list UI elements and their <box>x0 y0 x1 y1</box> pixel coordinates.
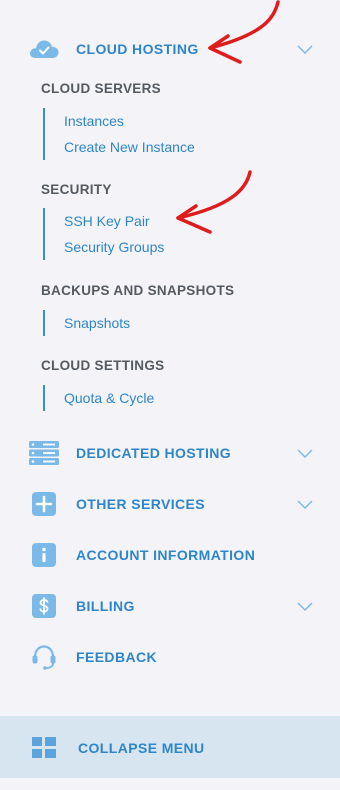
sidebar-menu: CLOUD HOSTING CLOUD SERVERS Instances Cr… <box>0 0 340 790</box>
nav-label-dedicated-hosting: DEDICATED HOSTING <box>76 445 232 461</box>
nav-label-feedback: FEEDBACK <box>76 649 157 665</box>
sub-group-backups: Snapshots <box>43 310 130 336</box>
nav-item-dedicated-hosting[interactable]: DEDICATED HOSTING <box>0 435 340 471</box>
info-icon <box>28 541 60 569</box>
sub-link-ssh-key-pair[interactable]: SSH Key Pair <box>45 208 164 234</box>
headset-icon <box>28 643 60 671</box>
nav-label-billing: BILLING <box>76 598 135 614</box>
sub-link-snapshots[interactable]: Snapshots <box>45 310 130 336</box>
collapse-menu-button[interactable]: COLLAPSE MENU <box>0 716 340 778</box>
nav-label-cloud-hosting: CLOUD HOSTING <box>76 41 199 57</box>
chevron-down-icon[interactable] <box>296 43 314 55</box>
nav-item-billing[interactable]: BILLING <box>0 588 340 624</box>
cloud-check-icon <box>28 35 60 63</box>
sub-link-quota-and-cycle[interactable]: Quota & Cycle <box>45 385 154 411</box>
nav-item-other-services[interactable]: OTHER SERVICES <box>0 486 340 522</box>
grid-icon <box>32 737 56 758</box>
plus-square-icon <box>28 490 60 518</box>
chevron-down-icon[interactable] <box>296 498 314 510</box>
chevron-down-icon[interactable] <box>296 600 314 612</box>
nav-label-account-information: ACCOUNT INFORMATION <box>76 547 256 563</box>
nav-item-feedback[interactable]: FEEDBACK <box>0 639 340 675</box>
collapse-menu-label: COLLAPSE MENU <box>78 740 205 756</box>
sub-group-security: SSH Key Pair Security Groups <box>43 208 164 260</box>
section-title-backups-and-snapshots: BACKUPS AND SNAPSHOTS <box>41 283 235 298</box>
section-title-cloud-settings: CLOUD SETTINGS <box>41 358 165 373</box>
nav-label-other-services: OTHER SERVICES <box>76 496 206 512</box>
nav-item-cloud-hosting[interactable]: CLOUD HOSTING <box>0 31 340 67</box>
sub-link-create-new-instance[interactable]: Create New Instance <box>45 134 195 160</box>
server-icon <box>28 439 60 467</box>
sub-link-security-groups[interactable]: Security Groups <box>45 234 164 260</box>
section-title-cloud-servers: CLOUD SERVERS <box>41 81 161 96</box>
chevron-down-icon[interactable] <box>296 447 314 459</box>
nav-item-account-information[interactable]: ACCOUNT INFORMATION <box>0 537 340 573</box>
dollar-icon <box>28 592 60 620</box>
section-title-security: SECURITY <box>41 182 112 197</box>
sub-group-cloud-servers: Instances Create New Instance <box>43 108 195 160</box>
sub-link-instances[interactable]: Instances <box>45 108 195 134</box>
sub-group-cloud-settings: Quota & Cycle <box>43 385 154 411</box>
